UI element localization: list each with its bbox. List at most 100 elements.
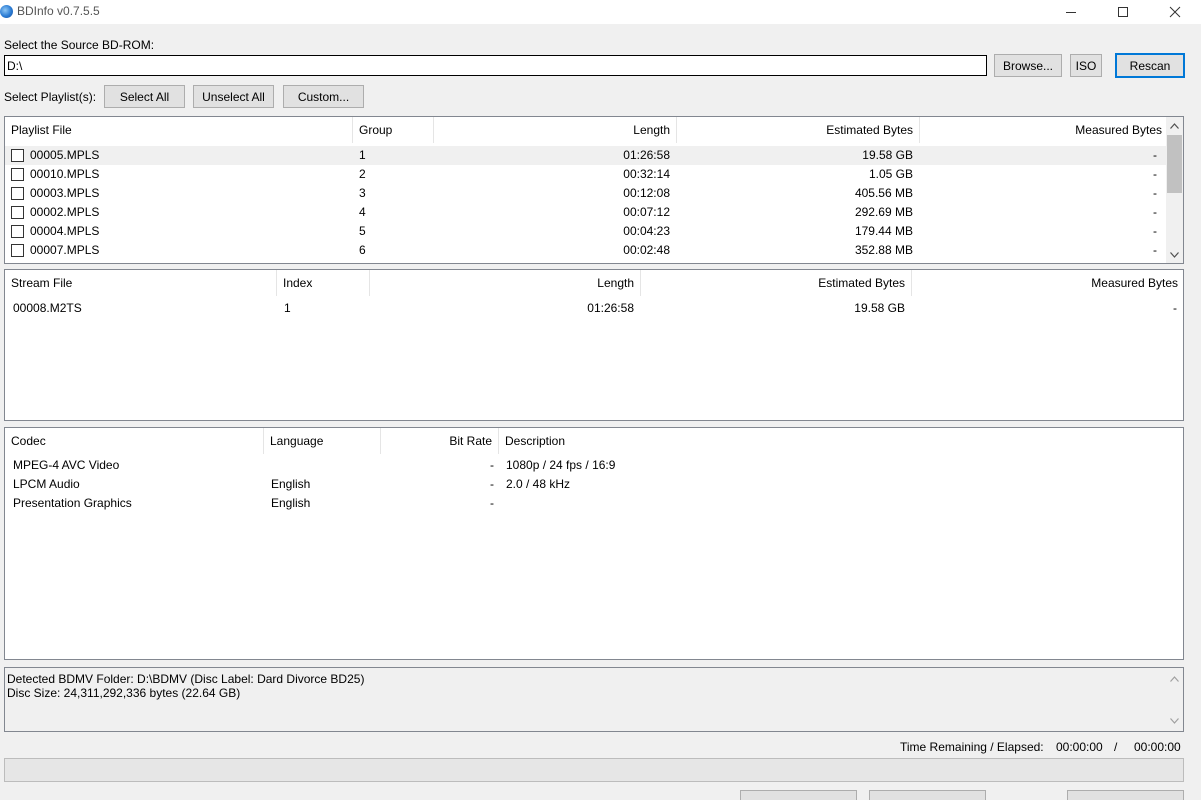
minimize-button[interactable] (1045, 0, 1097, 24)
playlist-group: 4 (359, 205, 366, 219)
time-remaining-value: 00:00:00 (1056, 740, 1103, 754)
custom-button[interactable]: Custom... (283, 85, 364, 108)
playlist-row[interactable]: 00007.MPLS 6 00:02:48 352.88 MB - (5, 241, 1168, 260)
playlist-length: 00:02:48 (623, 243, 670, 257)
playlist-checkbox[interactable] (11, 168, 24, 181)
playlist-estimated-bytes: 179.44 MB (854, 224, 913, 238)
column-header-bit-rate[interactable]: Bit Rate (381, 428, 499, 454)
column-header-stream-file[interactable]: Stream File (5, 270, 277, 296)
disc-info-textbox[interactable]: Detected BDMV Folder: D:\BDMV (Disc Labe… (4, 667, 1184, 732)
playlist-row[interactable]: 00002.MPLS 4 00:07:12 292.69 MB - (5, 203, 1168, 222)
scroll-up-icon[interactable] (1166, 670, 1183, 687)
scroll-down-icon[interactable] (1166, 246, 1183, 263)
playlist-estimated-bytes: 405.56 MB (854, 186, 913, 200)
playlist-group: 6 (359, 243, 366, 257)
info-scrollbar[interactable] (1166, 668, 1183, 731)
window-title: BDInfo v0.7.5.5 (17, 4, 100, 18)
scroll-down-icon[interactable] (1166, 712, 1183, 729)
playlist-estimated-bytes: 1.05 GB (868, 167, 913, 181)
column-header-measured-bytes[interactable]: Measured Bytes (920, 117, 1168, 143)
stream-row[interactable]: 00008.M2TS 1 01:26:58 19.58 GB - (5, 299, 1183, 318)
codec-bit-rate: - (490, 496, 494, 510)
playlist-measured-bytes: - (1153, 243, 1157, 257)
playlist-measured-bytes: - (1153, 186, 1157, 200)
playlist-estimated-bytes: 19.58 GB (862, 148, 913, 162)
column-header-group[interactable]: Group (353, 117, 434, 143)
minimize-icon (1066, 11, 1076, 13)
detected-folder-text: Detected BDMV Folder: D:\BDMV (Disc Labe… (7, 672, 365, 686)
view-report-button[interactable] (869, 790, 986, 800)
playlist-checkbox[interactable] (11, 187, 24, 200)
source-path-input[interactable] (4, 55, 987, 76)
stream-index: 1 (284, 301, 291, 315)
codec-name: Presentation Graphics (13, 496, 132, 510)
codec-name: LPCM Audio (13, 477, 80, 491)
playlist-file: 00004.MPLS (30, 224, 100, 238)
codec-name: MPEG-4 AVC Video (13, 458, 120, 472)
maximize-button[interactable] (1097, 0, 1149, 24)
playlist-row-partial (5, 260, 1168, 264)
column-header-playlist-file[interactable]: Playlist File (5, 117, 353, 143)
playlist-estimated-bytes: 292.69 MB (854, 205, 913, 219)
disc-size-text: Disc Size: 24,311,292,336 bytes (22.64 G… (7, 686, 241, 700)
settings-button[interactable] (1067, 790, 1184, 800)
close-icon (1169, 6, 1181, 18)
rescan-button[interactable]: Rescan (1115, 53, 1185, 78)
playlist-row[interactable]: 00005.MPLS 1 01:26:58 19.58 GB - (5, 146, 1168, 165)
playlist-row[interactable]: 00010.MPLS 2 00:32:14 1.05 GB - (5, 165, 1168, 184)
codec-description: 2.0 / 48 kHz (506, 477, 571, 491)
column-header-codec[interactable]: Codec (5, 428, 264, 454)
codec-row[interactable]: Presentation Graphics English - (5, 494, 1183, 513)
title-bar: BDInfo v0.7.5.5 (0, 0, 1201, 24)
scrollbar-thumb[interactable] (1167, 135, 1182, 193)
column-header-estimated-bytes[interactable]: Estimated Bytes (677, 117, 920, 143)
column-header-estimated-bytes[interactable]: Estimated Bytes (641, 270, 912, 296)
codec-row[interactable]: MPEG-4 AVC Video - 1080p / 24 fps / 16:9 (5, 456, 1183, 475)
stream-estimated-bytes: 19.58 GB (854, 301, 905, 315)
browse-button[interactable]: Browse... (994, 54, 1062, 77)
scroll-up-icon[interactable] (1166, 117, 1183, 134)
playlist-measured-bytes: - (1153, 148, 1157, 162)
column-header-measured-bytes[interactable]: Measured Bytes (912, 270, 1183, 296)
column-header-index[interactable]: Index (277, 270, 370, 296)
playlist-file: 00010.MPLS (30, 167, 100, 181)
close-button[interactable] (1149, 0, 1201, 24)
playlist-scrollbar[interactable] (1166, 117, 1183, 263)
iso-button[interactable]: ISO (1070, 54, 1102, 77)
maximize-icon (1118, 7, 1128, 17)
codec-language: English (271, 496, 311, 510)
playlist-checkbox[interactable] (11, 225, 24, 238)
select-all-button[interactable]: Select All (104, 85, 185, 108)
playlist-checkbox[interactable] (11, 263, 24, 264)
column-header-description[interactable]: Description (499, 428, 1183, 454)
codec-list[interactable]: Codec Language Bit Rate Description MPEG… (4, 427, 1184, 660)
playlist-checkbox[interactable] (11, 206, 24, 219)
playlist-list[interactable]: Playlist File Group Length Estimated Byt… (4, 116, 1184, 264)
playlist-file: 00005.MPLS (30, 148, 100, 162)
playlist-measured-bytes: - (1153, 205, 1157, 219)
source-label: Select the Source BD-ROM: (4, 38, 155, 52)
playlist-length: 00:32:14 (623, 167, 670, 181)
codec-language: English (271, 477, 311, 491)
scan-progress-bar (4, 758, 1184, 782)
codec-bit-rate: - (490, 458, 494, 472)
stream-file: 00008.M2TS (13, 301, 82, 315)
stream-file-list[interactable]: Stream File Index Length Estimated Bytes… (4, 269, 1184, 421)
playlist-group: 1 (359, 148, 366, 162)
playlist-checkbox[interactable] (11, 244, 24, 257)
playlist-length: 00:12:08 (623, 186, 670, 200)
column-header-language[interactable]: Language (264, 428, 381, 454)
unselect-all-button[interactable]: Unselect All (193, 85, 274, 108)
playlist-group: 2 (359, 167, 366, 181)
playlist-checkbox[interactable] (11, 149, 24, 162)
playlist-file: 00007.MPLS (30, 243, 100, 257)
playlist-row[interactable]: 00003.MPLS 3 00:12:08 405.56 MB - (5, 184, 1168, 203)
column-header-length[interactable]: Length (370, 270, 641, 296)
app-icon (0, 5, 13, 18)
scan-bitrates-button[interactable] (740, 790, 857, 800)
column-header-length[interactable]: Length (434, 117, 677, 143)
playlist-row[interactable]: 00004.MPLS 5 00:04:23 179.44 MB - (5, 222, 1168, 241)
stream-measured-bytes: - (1173, 301, 1177, 315)
codec-row[interactable]: LPCM Audio English - 2.0 / 48 kHz (5, 475, 1183, 494)
playlist-file: 00003.MPLS (30, 186, 100, 200)
